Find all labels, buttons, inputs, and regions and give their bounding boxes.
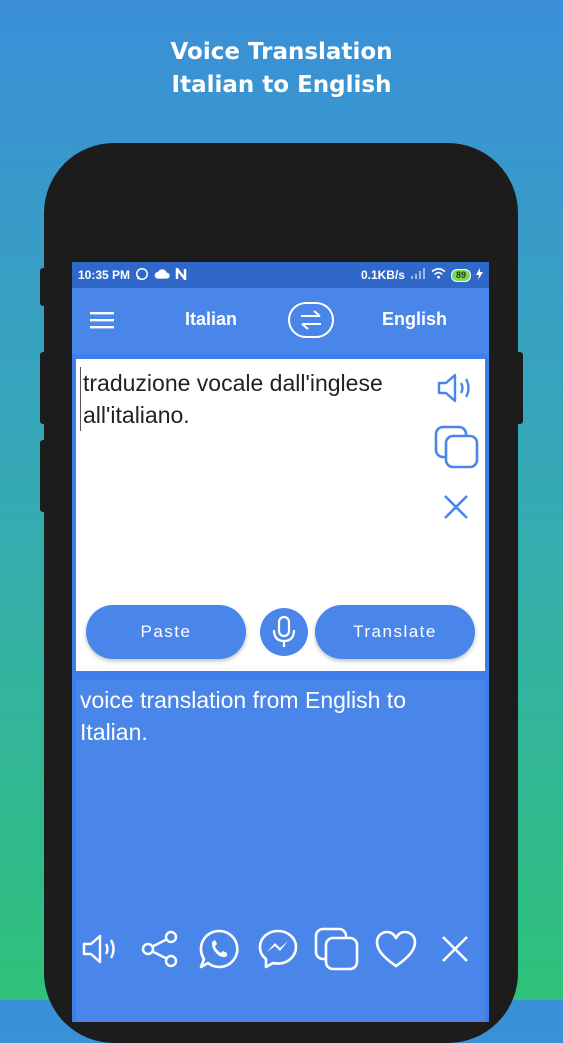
speaker-icon[interactable]	[78, 926, 124, 972]
phone-side-button	[40, 268, 48, 306]
messenger-icon[interactable]	[255, 926, 301, 972]
whatsapp-icon[interactable]	[196, 926, 242, 972]
app-bar: Italian English	[72, 288, 489, 354]
promo-title-line1: Voice Translation	[170, 39, 393, 65]
app-screen: 10:35 PM 0.1KB/s 89 Italian English trad…	[72, 262, 489, 1022]
phone-volume-up	[40, 352, 48, 424]
speaker-icon[interactable]	[436, 371, 476, 410]
wifi-icon	[431, 268, 446, 282]
charging-icon	[476, 267, 483, 283]
n-status-icon	[175, 264, 187, 283]
copy-icon[interactable]	[434, 425, 480, 474]
cloud-status-icon	[154, 268, 170, 283]
translate-button[interactable]: Translate	[315, 605, 475, 659]
network-speed: 0.1KB/s	[360, 268, 405, 282]
source-language-button[interactable]: Italian	[185, 309, 237, 330]
share-icon[interactable]	[137, 926, 183, 972]
microphone-button[interactable]	[260, 608, 308, 656]
copy-icon[interactable]	[314, 926, 360, 972]
input-card: traduzione vocale dall'inglese all'itali…	[76, 359, 485, 671]
paste-button[interactable]: Paste	[86, 605, 246, 659]
input-textarea[interactable]: traduzione vocale dall'inglese all'itali…	[80, 367, 428, 431]
battery-level: 89	[450, 268, 471, 282]
heart-icon[interactable]	[373, 926, 419, 972]
status-time: 10:35 PM	[78, 268, 131, 282]
phone-power-button	[515, 352, 523, 424]
bottom-toolbar	[78, 924, 478, 974]
whatsapp-status-icon	[135, 267, 149, 284]
phone-volume-down	[40, 440, 48, 512]
swap-icon	[301, 310, 321, 330]
promo-title: Voice Translation Italian to English	[0, 36, 563, 102]
promo-title-line2: Italian to English	[171, 72, 392, 98]
close-icon[interactable]	[442, 493, 470, 526]
signal-icon	[410, 268, 426, 282]
menu-icon[interactable]	[90, 310, 116, 332]
status-bar: 10:35 PM 0.1KB/s 89	[72, 262, 489, 288]
output-text: voice translation from English to Italia…	[80, 687, 406, 745]
microphone-icon	[272, 615, 296, 647]
target-language-button[interactable]: English	[382, 309, 447, 330]
close-icon[interactable]	[432, 926, 478, 972]
swap-languages-button[interactable]	[288, 302, 334, 338]
